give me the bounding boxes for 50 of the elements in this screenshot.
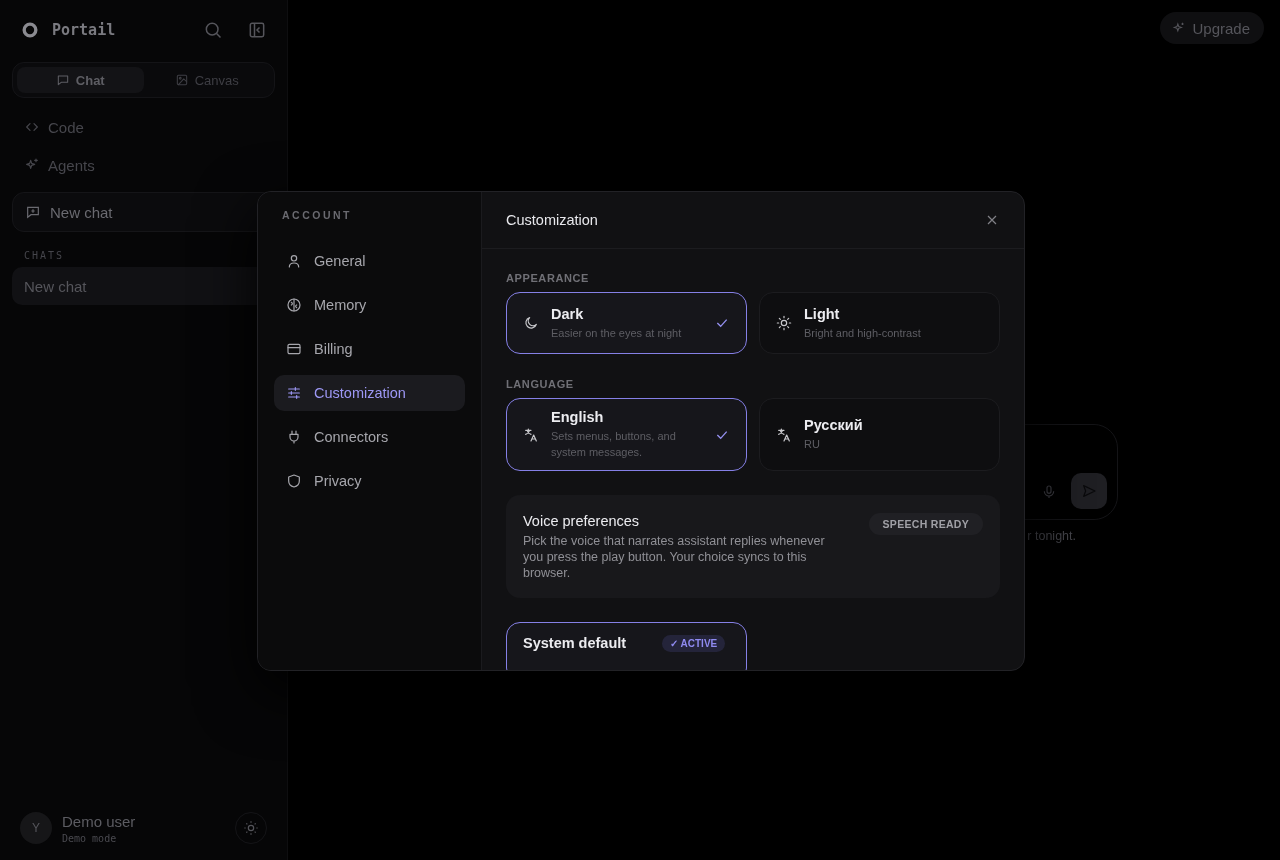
microphone-icon[interactable] [1041, 484, 1057, 500]
user-status: Demo mode [62, 832, 118, 844]
card-icon [286, 341, 302, 357]
avatar: Y [20, 812, 52, 844]
section-heading: CHATS [24, 250, 66, 261]
settings-nav-item[interactable]: Privacy [274, 463, 465, 499]
dialog-title: Customization [506, 212, 598, 228]
sparkle-icon [1172, 21, 1187, 35]
settings-nav-item[interactable]: Customization [274, 375, 465, 411]
option-title: Русский [804, 417, 864, 433]
plug-icon [286, 429, 302, 445]
settings-nav-item[interactable]: General [274, 243, 465, 279]
settings-nav-item[interactable]: Memory [274, 287, 465, 323]
translate-icon [776, 426, 792, 443]
image-icon [174, 73, 189, 87]
option-description: Bright and high-contrast [804, 325, 922, 341]
option-title: English [551, 409, 605, 425]
card-title: Voice preferences [523, 513, 641, 529]
voice-option[interactable]: System default ✓ ACTIVE [506, 622, 747, 670]
collapse-sidebar-icon[interactable] [247, 20, 267, 40]
translate-icon [523, 426, 539, 443]
logo-icon [20, 20, 40, 40]
card-description: Pick the voice that narrates assistant replies whenever you press the play button. Your choice syncs to this browser. [523, 533, 826, 581]
section-heading: APPEARANCE [506, 272, 590, 284]
send-icon [1081, 483, 1097, 499]
sun-icon [776, 315, 792, 331]
section-heading: LANGUAGE [506, 378, 575, 390]
status-badge: SPEECH READY [868, 513, 983, 535]
option-card[interactable]: Light Bright and high-contrast [759, 292, 1000, 354]
option-description: Easier on the eyes at night [551, 325, 683, 341]
settings-nav-item[interactable]: Connectors [274, 419, 465, 455]
option-title: Light [804, 305, 841, 322]
search-icon[interactable] [203, 20, 223, 40]
option-description: Sets menus, buttons, and system messages. [551, 429, 677, 460]
option-description: RU [804, 437, 821, 452]
new-chat-icon [25, 204, 41, 220]
option-title: Dark [551, 305, 585, 322]
app-name: Portail [52, 21, 116, 39]
section-heading: ACCOUNT [281, 209, 353, 221]
shield-icon [286, 473, 302, 489]
chat-icon [55, 73, 70, 87]
sun-icon [243, 820, 259, 836]
user-icon [286, 253, 302, 269]
option-card[interactable]: Dark Easier on the eyes at night [506, 292, 747, 354]
settings-nav-item[interactable]: Billing [274, 331, 465, 367]
option-card[interactable]: English Sets menus, buttons, and system messages. [506, 398, 747, 471]
option-card[interactable]: Русский RU [759, 398, 1000, 471]
user-name: Demo user [62, 812, 136, 830]
sliders-icon [286, 385, 302, 401]
moon-icon [523, 315, 539, 331]
